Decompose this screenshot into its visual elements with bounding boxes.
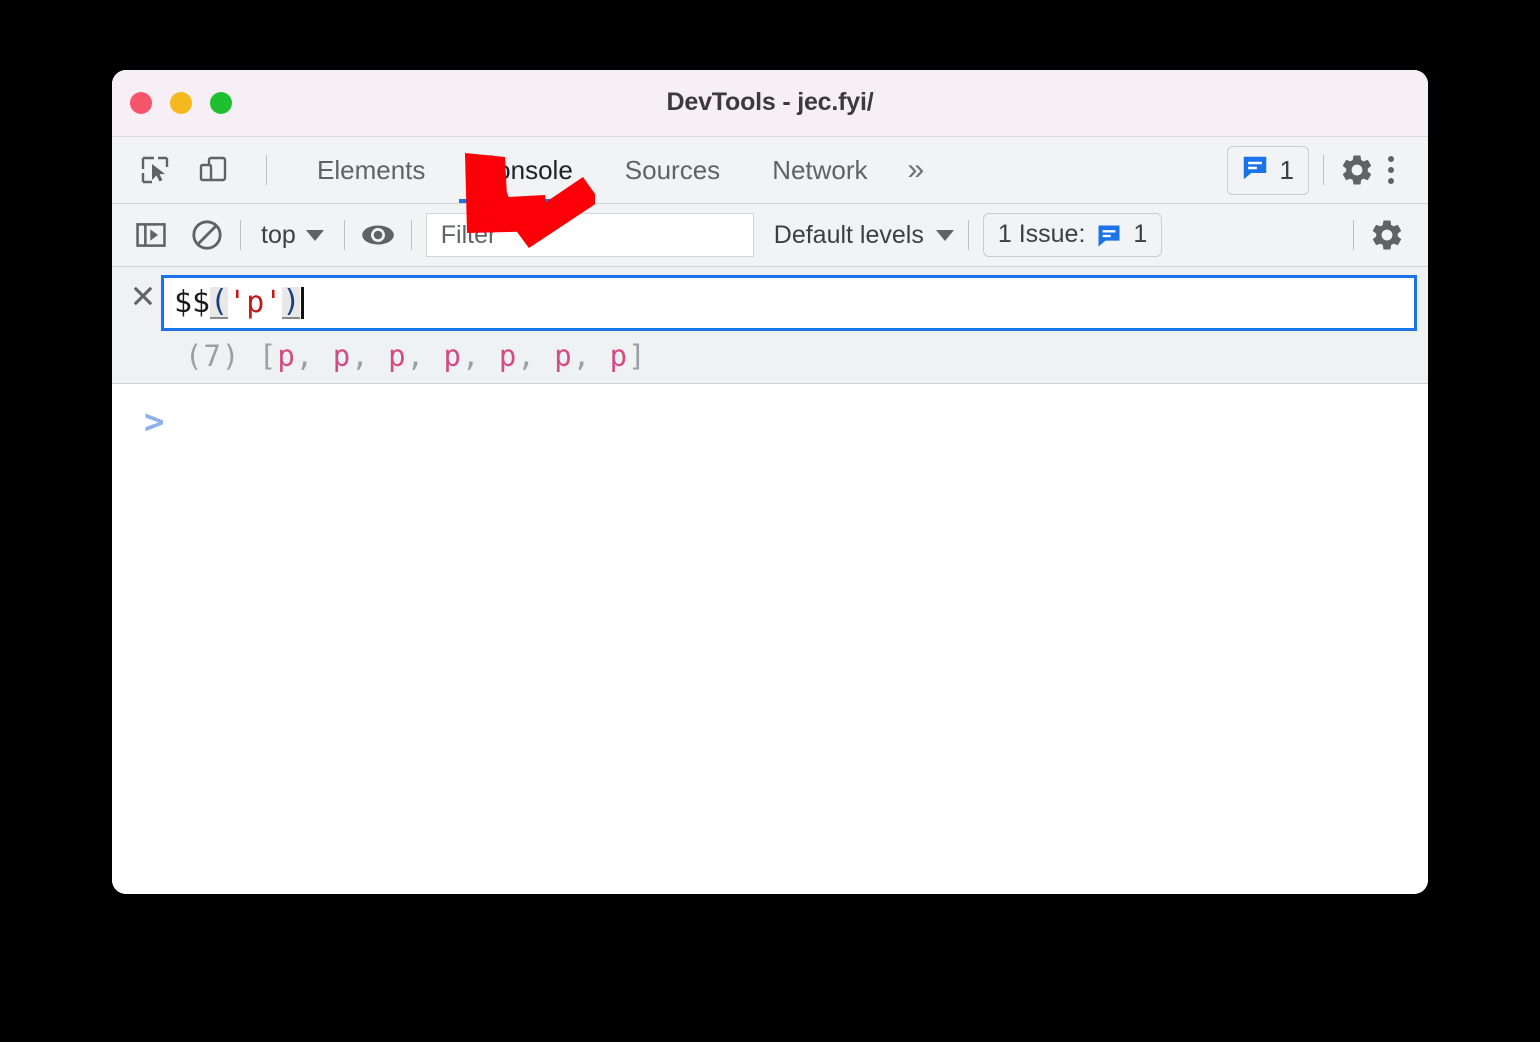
device-toolbar-icon[interactable] xyxy=(194,151,232,189)
console-input-string-arg: 'p' xyxy=(228,285,283,320)
execution-context-dropdown[interactable]: top xyxy=(255,221,330,250)
result-node-4[interactable]: p xyxy=(499,339,517,373)
tab-console-label: Console xyxy=(477,154,573,185)
log-levels-value: Default levels xyxy=(773,220,924,249)
result-node-0[interactable]: p xyxy=(277,339,295,373)
filter-input[interactable]: Filter xyxy=(425,213,754,257)
console-input[interactable]: $$('p') xyxy=(161,275,1417,331)
gear-icon[interactable] xyxy=(1338,151,1376,189)
devtools-tabs: Elements Console Sources Network » xyxy=(291,137,938,203)
kebab-menu-icon[interactable] xyxy=(1376,156,1406,184)
console-toolbar-divider-3 xyxy=(410,220,412,250)
window-titlebar: DevTools - jec.fyi/ xyxy=(112,70,1428,137)
result-sep-2: , xyxy=(406,339,444,373)
window-title: DevTools - jec.fyi/ xyxy=(666,88,874,116)
result-open-bracket: [ xyxy=(258,339,278,373)
console-input-function: $$ xyxy=(174,285,211,320)
tab-network[interactable]: Network xyxy=(746,137,893,203)
execution-context-value: top xyxy=(261,220,296,249)
filter-placeholder: Filter xyxy=(440,220,497,249)
issue-bubble-icon xyxy=(1095,220,1123,249)
more-tabs-icon[interactable]: » xyxy=(894,153,939,187)
tabbar-right-divider xyxy=(1323,155,1324,185)
console-body: $$('p') (7) [p, p, p, p, p, p, p] > xyxy=(112,267,1428,894)
inspect-element-icon[interactable] xyxy=(136,151,174,189)
tab-sources-label: Sources xyxy=(624,154,721,185)
result-node-2[interactable]: p xyxy=(388,339,406,373)
result-node-1[interactable]: p xyxy=(333,339,351,373)
screen: DevTools - jec.fyi/ Elements Console Sou… xyxy=(0,0,1540,1042)
close-icon[interactable] xyxy=(128,281,158,311)
tab-sources[interactable]: Sources xyxy=(599,137,746,203)
clear-console-icon[interactable] xyxy=(188,216,226,254)
prompt-chevron-icon: > xyxy=(144,402,165,442)
tabbar-left-icons xyxy=(112,151,281,189)
devtools-tabbar: Elements Console Sources Network » 1 xyxy=(112,137,1428,204)
issues-counter-button[interactable]: 1 xyxy=(1226,145,1309,195)
console-prompt-row[interactable]: > xyxy=(112,384,1428,462)
console-input-close-paren: ) xyxy=(282,284,301,319)
result-length: (7) xyxy=(185,339,241,373)
more-tabs-label: » xyxy=(907,153,925,186)
eye-icon[interactable] xyxy=(359,216,397,254)
issue-bubble-icon xyxy=(1240,153,1270,188)
result-node-5[interactable]: p xyxy=(554,339,572,373)
issues-count: 1 xyxy=(1279,154,1294,185)
console-toolbar-divider-1 xyxy=(240,220,241,250)
result-sep-0: , xyxy=(295,339,333,373)
text-cursor xyxy=(301,287,305,319)
devtools-window: DevTools - jec.fyi/ Elements Console Sou… xyxy=(112,70,1428,894)
console-issues-label: 1 Issue: xyxy=(997,220,1086,249)
chevron-down-icon xyxy=(305,229,324,241)
result-sep-1: , xyxy=(351,339,389,373)
console-input-open-paren: ( xyxy=(210,284,229,319)
console-issues-button[interactable]: 1 Issue: 1 xyxy=(982,213,1163,257)
log-levels-dropdown[interactable]: Default levels xyxy=(774,221,954,250)
tab-elements-label: Elements xyxy=(317,154,426,185)
console-issues-count: 1 xyxy=(1133,220,1148,249)
chevron-down-icon xyxy=(935,229,954,241)
tabbar-right-icons: 1 xyxy=(1226,145,1428,195)
result-sep-3: , xyxy=(461,339,499,373)
console-toolbar-divider-5 xyxy=(1353,220,1354,250)
console-toolbar-divider-4 xyxy=(967,220,969,250)
result-sep-4: , xyxy=(517,339,555,373)
console-toolbar-divider-2 xyxy=(343,220,345,250)
gear-icon[interactable] xyxy=(1368,216,1406,254)
result-node-6[interactable]: p xyxy=(610,339,628,373)
console-result-row[interactable]: (7) [p, p, p, p, p, p, p] xyxy=(161,331,1428,383)
tabbar-divider xyxy=(266,155,267,185)
console-sidebar-icon[interactable] xyxy=(132,216,170,254)
tab-network-label: Network xyxy=(772,154,868,185)
console-execution-row: $$('p') (7) [p, p, p, p, p, p, p] xyxy=(112,267,1428,384)
tab-elements[interactable]: Elements xyxy=(291,137,451,203)
console-toolbar: top Filter Default levels 1 Issue: 1 xyxy=(112,204,1428,267)
console-toolbar-right xyxy=(1339,216,1428,254)
result-node-3[interactable]: p xyxy=(444,339,462,373)
tab-console[interactable]: Console xyxy=(451,137,598,203)
result-sep-5: , xyxy=(572,339,610,373)
result-close-bracket: ] xyxy=(628,339,647,373)
